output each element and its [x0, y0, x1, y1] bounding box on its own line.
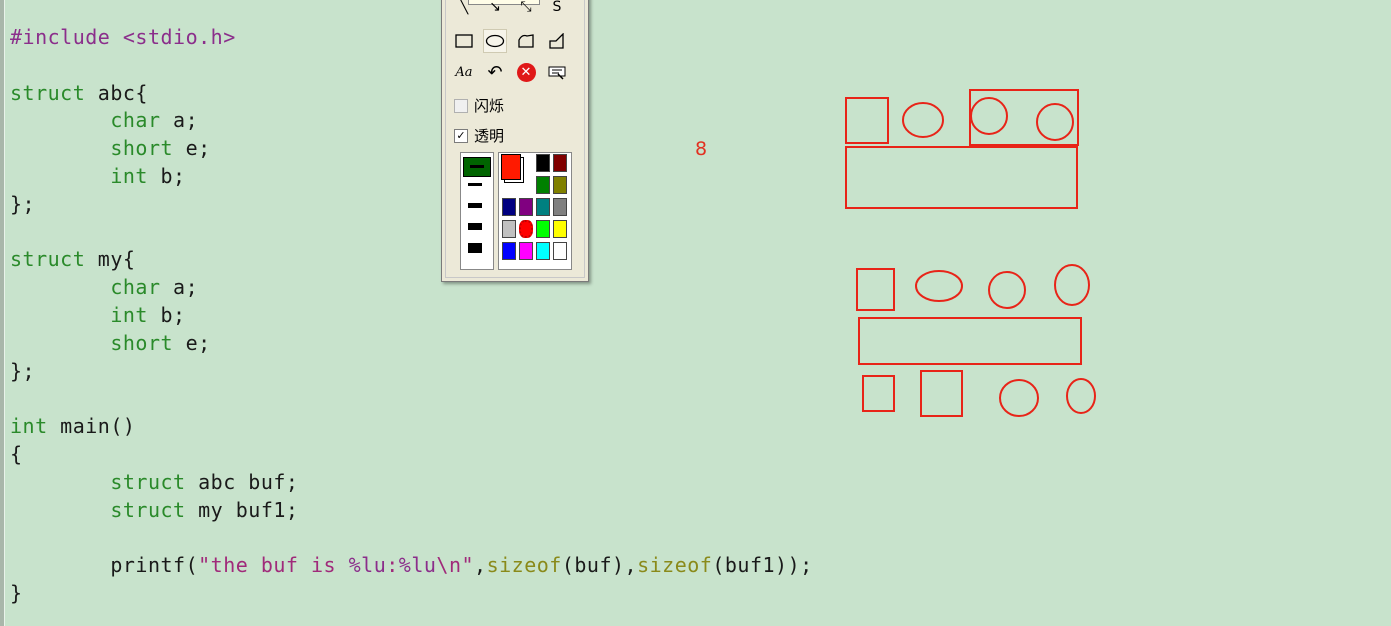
- memory-pad-circle: [1066, 378, 1096, 414]
- flash-label: 闪烁: [474, 97, 505, 115]
- color-swatch[interactable]: [502, 198, 516, 216]
- memory-pad-circle: [988, 271, 1026, 309]
- arrow-icon[interactable]: ↘: [483, 0, 507, 19]
- memory-byte-circle: [1036, 103, 1074, 141]
- eraser-icon[interactable]: [545, 60, 569, 84]
- memory-box-int: [858, 317, 1082, 365]
- memory-box-char: [845, 97, 889, 144]
- color-swatch[interactable]: [536, 220, 550, 238]
- undo-icon[interactable]: ↶: [483, 60, 507, 84]
- polygon-icon[interactable]: [545, 29, 569, 53]
- color-selector[interactable]: [498, 152, 572, 270]
- rectangle-icon[interactable]: [452, 29, 476, 53]
- pen-tool-palette[interactable]: ╲ ↘ ⤡ S Aa ↶ ✕ 闪烁 ✓ 透明: [441, 0, 589, 282]
- line-icon[interactable]: ╲: [452, 0, 476, 19]
- width-option[interactable]: [468, 183, 482, 186]
- flash-option[interactable]: 闪烁: [454, 95, 504, 116]
- curve-icon[interactable]: S: [545, 0, 569, 19]
- memory-box-short: [920, 370, 963, 417]
- memory-byte-circle: [970, 97, 1008, 135]
- annotation-drawing: [845, 89, 1096, 417]
- text-tool-icon[interactable]: Aa: [452, 60, 476, 84]
- double-arrow-icon[interactable]: ⤡: [514, 0, 538, 19]
- tool-row-actions: Aa ↶ ✕: [452, 60, 569, 84]
- memory-pad-circle: [902, 102, 944, 138]
- color-swatch[interactable]: [519, 198, 533, 216]
- width-option[interactable]: [468, 243, 482, 253]
- color-swatch[interactable]: [502, 220, 516, 238]
- ellipse-icon[interactable]: [483, 29, 507, 53]
- memory-pad-circle: [1054, 264, 1090, 306]
- memory-box-char: [856, 268, 895, 311]
- color-swatch[interactable]: [553, 220, 567, 238]
- memory-box-short: [862, 375, 895, 412]
- color-swatch[interactable]: [536, 176, 550, 194]
- color-swatch[interactable]: [519, 242, 533, 260]
- color-swatch[interactable]: [502, 242, 516, 260]
- color-swatch[interactable]: [553, 198, 567, 216]
- tool-row-shapes: [452, 29, 569, 53]
- clear-icon[interactable]: ✕: [514, 60, 538, 84]
- clear-glyph: ✕: [516, 62, 536, 82]
- color-swatch[interactable]: [536, 154, 550, 172]
- line-width-selector[interactable]: [460, 152, 494, 270]
- freeform-shape-icon[interactable]: [514, 29, 538, 53]
- color-swatch[interactable]: [553, 154, 567, 172]
- color-swatch[interactable]: [553, 176, 567, 194]
- transparent-checkbox[interactable]: ✓: [454, 128, 468, 143]
- memory-pad-circle: [999, 379, 1039, 417]
- color-swatch[interactable]: [553, 242, 567, 260]
- flash-checkbox[interactable]: [454, 98, 468, 113]
- selected-width-line: [470, 165, 484, 168]
- current-color-swatch[interactable]: [501, 154, 521, 180]
- color-swatch[interactable]: [536, 242, 550, 260]
- color-swatch[interactable]: [519, 220, 533, 238]
- memory-box-int: [845, 146, 1078, 209]
- transparent-label: 透明: [474, 127, 505, 145]
- memory-pad-circle: [915, 270, 963, 302]
- width-option[interactable]: [468, 203, 482, 208]
- color-swatch[interactable]: [536, 198, 550, 216]
- tool-row-lines: ╲ ↘ ⤡ S: [452, 0, 569, 19]
- width-option[interactable]: [468, 223, 482, 230]
- transparent-option[interactable]: ✓ 透明: [454, 125, 504, 146]
- selected-width-swatch[interactable]: [463, 157, 491, 177]
